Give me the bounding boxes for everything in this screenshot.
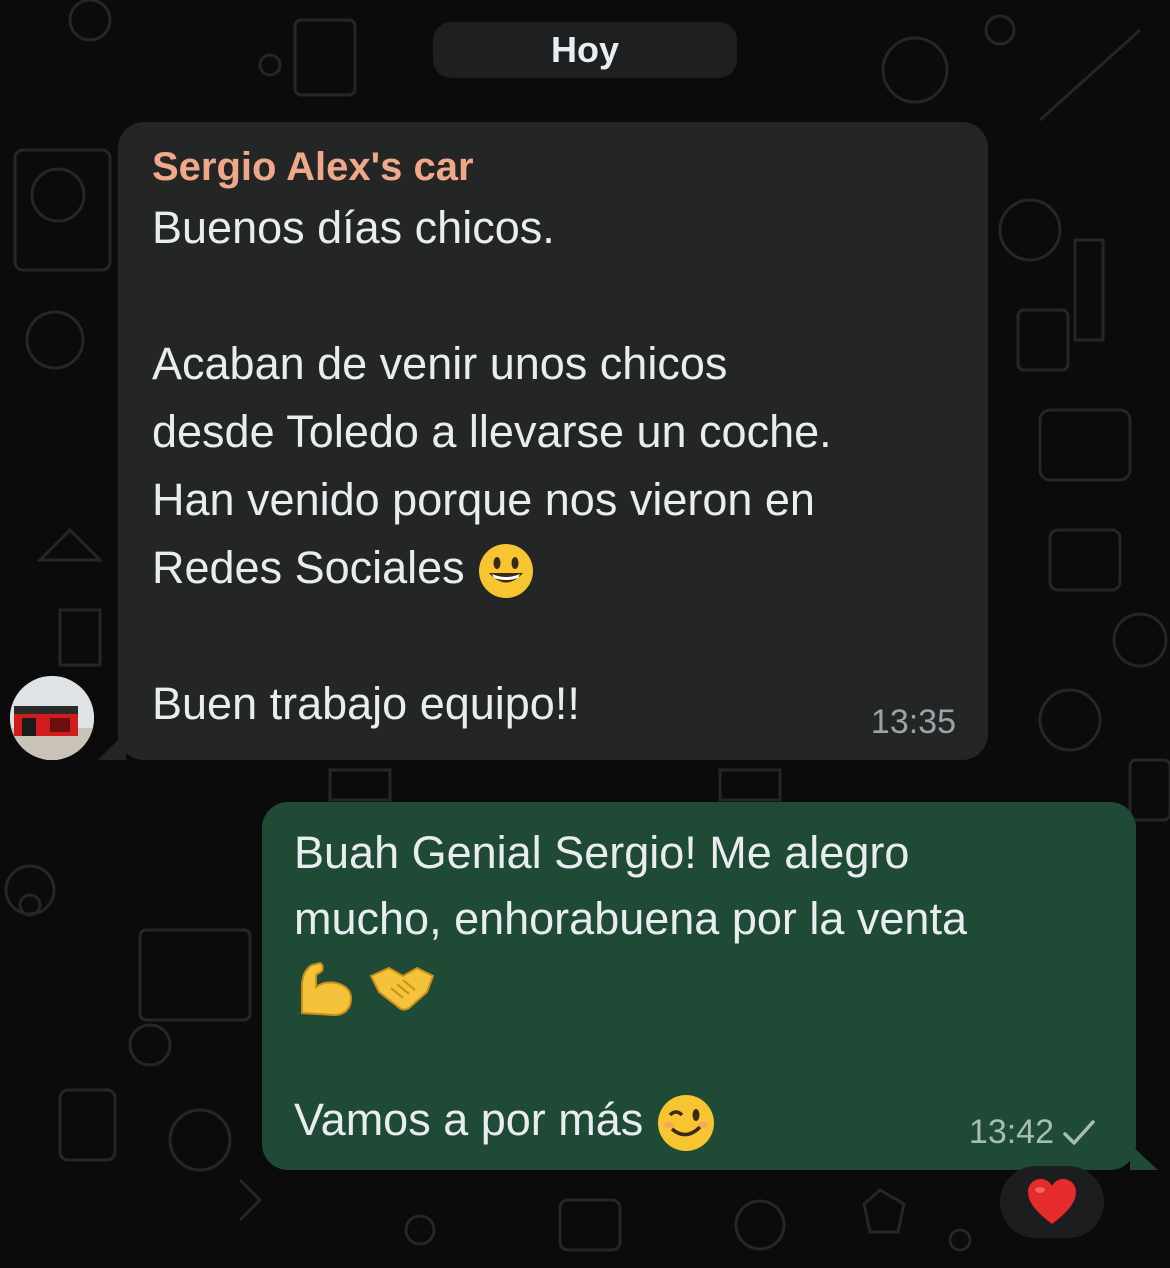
message-line: Buenos días chicos.	[152, 202, 555, 253]
message-text: Vamos a por más	[294, 1094, 644, 1146]
bubble-tail	[1130, 1144, 1158, 1170]
message-line: Buen trabajo equipo!!	[152, 678, 580, 729]
avatar-image	[10, 676, 94, 760]
date-separator: Hoy	[433, 22, 737, 78]
bubble-tail	[98, 732, 126, 760]
message-text: Redes Sociales	[152, 542, 465, 593]
message-line: mucho, enhorabuena por la venta	[294, 893, 967, 944]
handshake-icon	[369, 966, 434, 1011]
message-timestamp: 13:35	[870, 703, 956, 741]
flexed-biceps-icon	[301, 962, 352, 1017]
message-line: Buah Genial Sergio! Me alegro	[294, 827, 910, 878]
message-line: Han venido porque nos vieron en	[152, 474, 815, 525]
message-reaction[interactable]	[1000, 1166, 1104, 1238]
red-heart-icon	[1028, 1179, 1076, 1224]
message-line-with-emoji: Redes Sociales	[152, 534, 954, 602]
sent-check-icon	[1063, 1119, 1095, 1145]
message-meta: 13:42	[969, 1113, 1096, 1152]
sender-avatar[interactable]	[10, 676, 94, 760]
sender-name[interactable]: Sergio Alex's car	[152, 144, 954, 190]
message-timestamp: 13:42	[968, 1113, 1054, 1151]
winking-face-icon	[657, 1095, 714, 1152]
outgoing-message-bubble[interactable]: Buah Genial Sergio! Me alegro mucho, enh…	[262, 802, 1158, 1170]
message-line: desde Toledo a llevarse un coche.	[152, 406, 832, 457]
grinning-face-icon	[479, 544, 534, 599]
message-emoji-line	[294, 952, 1106, 1019]
incoming-message-bubble[interactable]: Sergio Alex's car Buenos días chicos. Ac…	[98, 122, 988, 760]
message-line: Acaban de venir unos chicos	[152, 338, 728, 389]
